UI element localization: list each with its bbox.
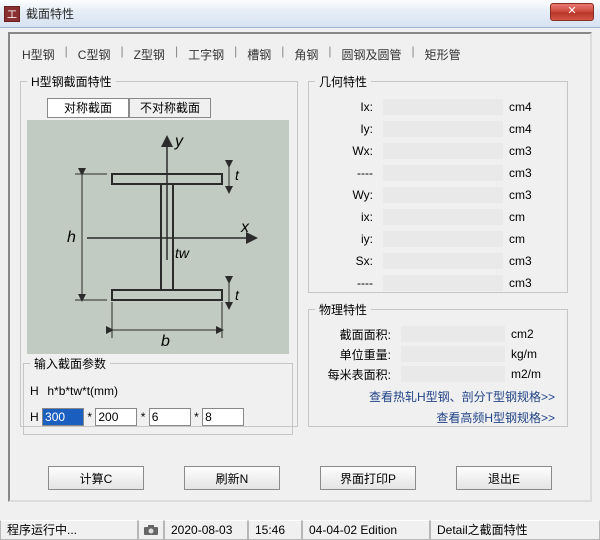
svg-text:b: b (161, 333, 170, 350)
phys-value (401, 346, 505, 362)
phys-unit: cm2 (511, 327, 553, 341)
calc-button[interactable]: 计算C (48, 466, 144, 490)
geo-key: Sx: (315, 254, 377, 268)
geo-row: Sx: cm3 (315, 250, 561, 272)
input-h[interactable] (42, 408, 84, 426)
section-diagram: y x h b tw (27, 120, 289, 354)
geo-row: iy: cm (315, 228, 561, 250)
physical-group-title: 物理特性 (315, 301, 371, 318)
input-b[interactable] (95, 408, 137, 426)
svg-text:x: x (240, 219, 250, 236)
geo-unit: cm3 (509, 254, 549, 268)
status-running: 程序运行中... (0, 520, 138, 540)
physical-group: 物理特性 截面面积: cm2 单位重量: kg/m 每米表面积: m2/m 查看热轧H型钢… (308, 301, 568, 427)
refresh-button[interactable]: 刷新N (184, 466, 280, 490)
geo-row: Wx: cm3 (315, 140, 561, 162)
svg-text:tw: tw (175, 245, 190, 261)
exit-button[interactable]: 退出E (456, 466, 552, 490)
geo-key: ---- (315, 276, 377, 290)
formula-label: H (30, 384, 44, 398)
svg-text:t: t (235, 287, 240, 303)
svg-text:h: h (67, 229, 76, 246)
geo-key: iy: (315, 232, 377, 246)
geo-key: ---- (315, 166, 377, 180)
geo-unit: cm4 (509, 100, 549, 114)
tab-symmetric[interactable]: 对称截面 (47, 98, 129, 118)
geo-key: Ix: (315, 100, 377, 114)
geo-value (383, 231, 503, 247)
phys-value (401, 326, 505, 342)
window-title: 截面特性 (26, 5, 74, 22)
tab-asymmetric[interactable]: 不对称截面 (129, 98, 211, 118)
geo-row: Wy: cm3 (315, 184, 561, 206)
tab-h-steel[interactable]: H型钢 (18, 44, 59, 65)
status-date: 2020-08-03 (164, 520, 248, 540)
geo-value (383, 165, 503, 181)
section-group: H型钢截面特性 对称截面 不对称截面 (20, 73, 298, 427)
phys-row: 截面面积: cm2 (315, 324, 561, 344)
geo-unit: cm4 (509, 122, 549, 136)
close-button[interactable]: ✕ (550, 3, 594, 21)
geo-value (383, 143, 503, 159)
geo-row: Ix: cm4 (315, 96, 561, 118)
input-group: 输入截面参数 H h*b*tw*t(mm) H * * * (23, 355, 293, 435)
geo-unit: cm3 (509, 144, 549, 158)
phys-unit: kg/m (511, 347, 553, 361)
geo-key: Wx: (315, 144, 377, 158)
geo-key: Iy: (315, 122, 377, 136)
section-type-tabs: H型钢| C型钢| Z型钢| 工字钢| 槽钢| 角钢| 圆钢及圆管| 矩形管 (16, 40, 584, 73)
geo-value (383, 187, 503, 203)
tab-z-steel[interactable]: Z型钢 (130, 44, 169, 65)
tab-rect-tube[interactable]: 矩形管 (421, 44, 465, 65)
geo-value (383, 209, 503, 225)
camera-icon[interactable] (138, 520, 164, 540)
phys-key: 每米表面积: (315, 366, 395, 383)
tab-i-steel[interactable]: 工字钢 (184, 44, 228, 65)
geo-row: ---- cm3 (315, 272, 561, 294)
geo-unit: cm (509, 232, 549, 246)
input-group-title: 输入截面参数 (30, 355, 110, 372)
geo-key: ix: (315, 210, 377, 224)
status-product: Detail之截面特性 (430, 520, 600, 540)
geo-row: ---- cm3 (315, 162, 561, 184)
tab-channel[interactable]: 槽钢 (243, 44, 275, 65)
input-t[interactable] (202, 408, 244, 426)
phys-unit: m2/m (511, 367, 553, 381)
phys-value (401, 366, 505, 382)
geo-value (383, 253, 503, 269)
input-tw[interactable] (149, 408, 191, 426)
status-edition: 04-04-02 Edition (302, 520, 430, 540)
geometry-group-title: 几何特性 (315, 73, 371, 90)
geo-unit: cm3 (509, 188, 549, 202)
geo-value (383, 275, 503, 291)
formula-text: h*b*tw*t(mm) (47, 384, 118, 398)
geometry-group: 几何特性 Ix: cm4 Iy: cm4 Wx: cm3 ---- cm3 Wy: cm3 ix: c… (308, 73, 568, 293)
print-button[interactable]: 界面打印P (320, 466, 416, 490)
link-hotroll-spec[interactable]: 查看热轧H型钢、剖分T型钢规格>> (315, 388, 561, 405)
phys-row: 单位重量: kg/m (315, 344, 561, 364)
status-time: 15:46 (248, 520, 302, 540)
phys-row: 每米表面积: m2/m (315, 364, 561, 384)
input-row-label: H (30, 410, 39, 424)
geo-unit: cm (509, 210, 549, 224)
link-highfreq-spec[interactable]: 查看高频H型钢规格>> (315, 409, 561, 426)
status-bar: 程序运行中... 2020-08-03 15:46 04-04-02 Editi… (0, 520, 600, 540)
tab-angle[interactable]: 角钢 (290, 44, 322, 65)
geo-key: Wy: (315, 188, 377, 202)
tab-c-steel[interactable]: C型钢 (74, 44, 115, 65)
geo-row: Iy: cm4 (315, 118, 561, 140)
geo-unit: cm3 (509, 276, 549, 290)
geo-value (383, 99, 503, 115)
svg-text:y: y (174, 133, 184, 150)
geo-value (383, 121, 503, 137)
geo-unit: cm3 (509, 166, 549, 180)
svg-text:t: t (235, 167, 240, 183)
phys-key: 单位重量: (315, 346, 395, 363)
section-group-title: H型钢截面特性 (27, 73, 116, 90)
phys-key: 截面面积: (315, 326, 395, 343)
app-icon: 工 (4, 6, 20, 22)
tab-round[interactable]: 圆钢及圆管 (337, 44, 405, 65)
geo-row: ix: cm (315, 206, 561, 228)
